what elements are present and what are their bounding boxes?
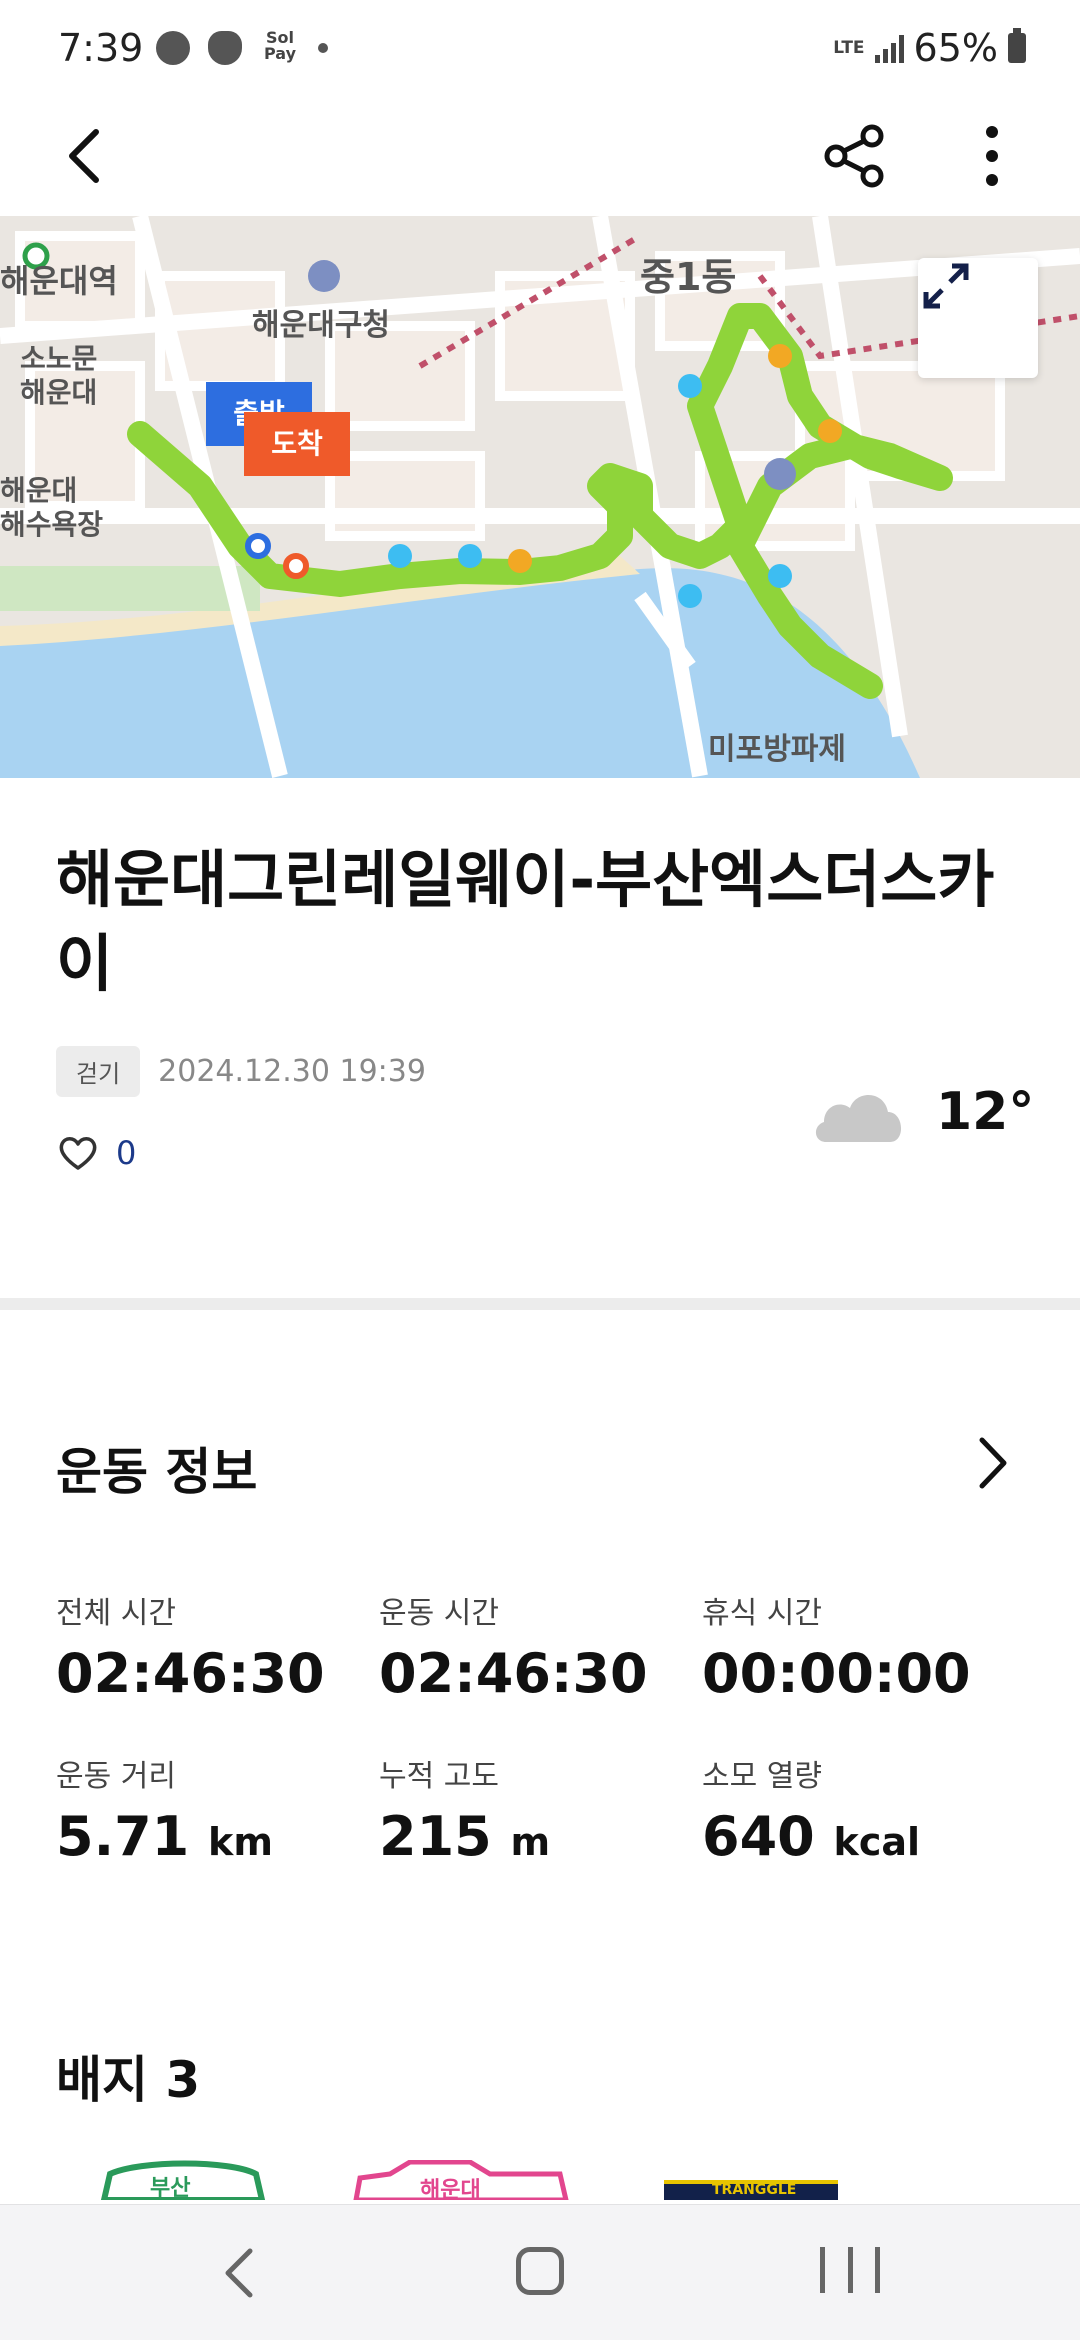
- stat-number: 00:00:00: [702, 1642, 971, 1705]
- share-button[interactable]: [820, 116, 890, 196]
- expand-icon: [923, 263, 969, 309]
- section-divider: [0, 1298, 1080, 1310]
- speed-segment-marker: [508, 549, 532, 573]
- badge-label: 부산: [150, 2176, 191, 2200]
- network-type: LTE: [833, 38, 865, 58]
- signal-icon: [874, 33, 904, 63]
- exercise-info-title: 운동 정보: [56, 1443, 258, 1501]
- stat-rest-time: 휴식 시간 00:00:00: [702, 1588, 1025, 1711]
- gu-office-poi: [308, 260, 340, 292]
- chevron-left-icon: [69, 129, 99, 183]
- status-notification-icons: Sol Pay: [156, 30, 328, 66]
- stat-unit: m: [510, 1820, 551, 1864]
- stat-label: 운동 거리: [56, 1759, 176, 1794]
- badge-label: 해운대: [420, 2178, 481, 2200]
- map-label-dong: 중1동: [640, 255, 737, 299]
- stat-label: 휴식 시간: [702, 1596, 822, 1631]
- map-label-gu-office: 해운대구청: [252, 308, 390, 343]
- status-time: 7:39: [58, 26, 144, 70]
- end-point: [283, 553, 309, 579]
- stat-total-time: 전체 시간 02:46:30: [56, 1588, 379, 1711]
- back-button[interactable]: [56, 116, 116, 196]
- cloud-icon: [815, 1094, 902, 1142]
- heart-icon: [59, 1137, 97, 1170]
- weather: 12°: [812, 1080, 1034, 1144]
- map-label-station: 해운대역: [0, 262, 118, 300]
- map-label-beach: 해운대 해수욕장: [0, 474, 104, 541]
- end-marker: 도착: [244, 412, 350, 476]
- map-expand-button[interactable]: [918, 258, 1038, 378]
- speed-segment-marker: [768, 344, 792, 368]
- stat-number: 5.71: [56, 1805, 190, 1868]
- stat-value: 640 kcal: [702, 1805, 1025, 1874]
- speed-segment-marker: [458, 544, 482, 568]
- stat-number: 215: [379, 1805, 492, 1868]
- more-notifications-dot-icon: [318, 43, 328, 53]
- share-icon: [824, 124, 884, 188]
- start-point: [245, 533, 271, 559]
- battery-percent: 65%: [913, 26, 998, 70]
- speed-segment-marker: [768, 564, 792, 588]
- stat-value: 02:46:30: [379, 1642, 702, 1711]
- activity-meta: 걷기 2024.12.30 19:39: [56, 1046, 426, 1097]
- chevron-right-icon: [979, 1437, 1007, 1489]
- more-options-button[interactable]: [962, 116, 1022, 196]
- speed-segment-marker: [388, 544, 412, 568]
- stat-value: 5.71 km: [56, 1805, 379, 1874]
- speed-segment-marker: [678, 374, 702, 398]
- status-bar: 7:39 Sol Pay LTE 65%: [0, 0, 1080, 100]
- nav-recent-button[interactable]: [820, 2247, 880, 2297]
- stat-label: 누적 고도: [379, 1759, 499, 1794]
- stat-number: 02:46:30: [379, 1642, 648, 1705]
- like-button[interactable]: 0: [58, 1134, 136, 1172]
- stat-value: 00:00:00: [702, 1642, 1025, 1711]
- stat-value: 02:46:30: [56, 1642, 379, 1711]
- stat-label: 전체 시간: [56, 1596, 176, 1631]
- more-vertical-icon: [986, 126, 998, 186]
- nav-back-icon: [225, 2248, 253, 2298]
- route-map[interactable]: 해운대역 해운대구청 중1동 소노문 해운대 해운대 해수욕장 미포방파제 출발…: [0, 216, 1080, 778]
- speed-segment-marker: [818, 419, 842, 443]
- nav-back-button[interactable]: [216, 2245, 266, 2301]
- app-notification-icon: [208, 31, 242, 65]
- stat-unit: km: [208, 1820, 273, 1864]
- stat-label: 소모 열량: [702, 1759, 822, 1794]
- app-bar: [0, 100, 1080, 216]
- activity-title: 해운대그린레일웨이-부산엑스더스카이: [56, 843, 995, 1000]
- stat-calories: 소모 열량 640 kcal: [702, 1751, 1025, 1874]
- stat-number: 640: [702, 1805, 815, 1868]
- sol-pay-icon: Sol Pay: [263, 28, 297, 63]
- exercise-stats: 전체 시간 02:46:30 운동 시간 02:46:30 휴식 시간 00:0…: [56, 1588, 1036, 1874]
- stat-exercise-time: 운동 시간 02:46:30: [379, 1588, 702, 1711]
- stat-distance: 운동 거리 5.71 km: [56, 1751, 379, 1874]
- battery-icon: [1008, 28, 1026, 63]
- map-label-sonomun: 소노문 해운대: [20, 342, 98, 409]
- badge-label: TRANGGLE: [712, 2182, 797, 2198]
- stat-number: 02:46:30: [56, 1642, 325, 1705]
- speed-segment-marker: [678, 584, 702, 608]
- mipo-poi: [764, 458, 796, 490]
- map-label-mipo: 미포방파제: [708, 732, 846, 767]
- exercise-info-detail-button[interactable]: [966, 1428, 1016, 1498]
- stat-label: 운동 시간: [379, 1596, 499, 1631]
- status-system-icons: LTE 65%: [833, 26, 1026, 70]
- activity-type-tag: 걷기: [56, 1046, 141, 1097]
- badges-title: 배지 3: [56, 2051, 201, 2109]
- like-count: 0: [116, 1134, 137, 1172]
- activity-datetime: 2024.12.30 19:39: [158, 1054, 426, 1089]
- nav-home-button[interactable]: [516, 2247, 564, 2295]
- badge-list: 부산 해운대 TRANGGLE: [0, 2160, 1080, 2200]
- temperature: 12°: [936, 1082, 1035, 1142]
- stat-value: 215 m: [379, 1805, 702, 1874]
- chrome-icon: [156, 31, 190, 65]
- system-navigation-bar: [0, 2204, 1080, 2340]
- stat-elevation: 누적 고도 215 m: [379, 1751, 702, 1874]
- stat-unit: kcal: [833, 1820, 921, 1864]
